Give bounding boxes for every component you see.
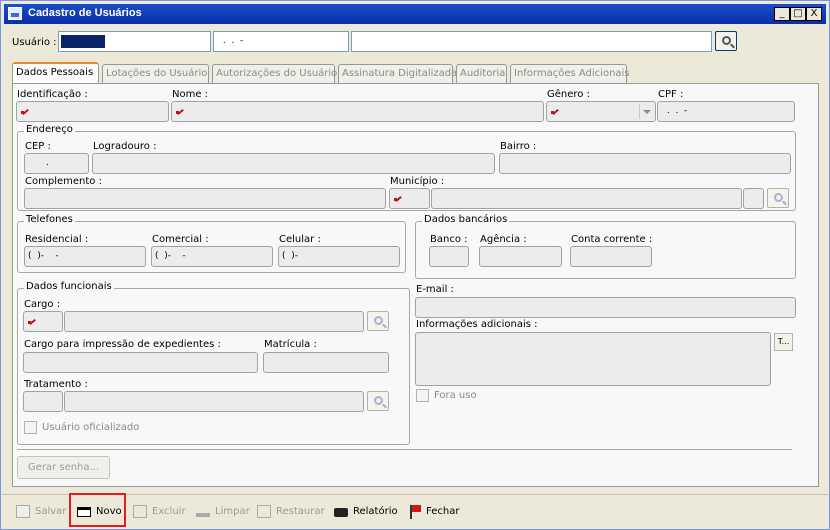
logradouro-label: Logradouro : bbox=[93, 141, 157, 152]
municipio-code-field[interactable] bbox=[389, 188, 430, 209]
usuario-label: Usuário : bbox=[12, 37, 57, 48]
divider bbox=[17, 449, 792, 450]
search-tratamento-button[interactable] bbox=[367, 391, 389, 411]
required-icon bbox=[176, 107, 184, 115]
broom-icon bbox=[196, 505, 210, 517]
printer-icon bbox=[334, 508, 348, 517]
cep-label: CEP : bbox=[25, 141, 51, 152]
search-icon bbox=[374, 396, 383, 405]
text-editor-button[interactable]: T... bbox=[774, 333, 793, 351]
banco-label: Banco : bbox=[430, 234, 468, 245]
matricula-label: Matrícula : bbox=[264, 339, 317, 350]
nome-label: Nome : bbox=[172, 89, 209, 100]
usuario-oficializado-checkbox[interactable] bbox=[24, 421, 37, 434]
required-icon bbox=[28, 317, 36, 325]
highlight-box bbox=[69, 493, 126, 527]
restore-icon bbox=[257, 505, 271, 518]
comercial-field[interactable]: ( )- - bbox=[151, 246, 273, 267]
search-icon bbox=[774, 193, 783, 202]
tab-auditoria[interactable]: Auditoria bbox=[456, 64, 507, 83]
usuario-cpf-field[interactable]: . . - bbox=[213, 31, 349, 52]
dados-bancarios-group-title: Dados bancários bbox=[422, 214, 510, 225]
agencia-label: Agência : bbox=[480, 234, 527, 245]
bairro-label: Bairro : bbox=[500, 141, 537, 152]
window-title: Cadastro de Usuários bbox=[28, 7, 142, 19]
required-icon bbox=[394, 194, 402, 202]
gerar-senha-button[interactable]: Gerar senha... bbox=[17, 456, 110, 479]
informacoes-adicionais-label: Informações adicionais : bbox=[416, 319, 538, 330]
comercial-label: Comercial : bbox=[152, 234, 209, 245]
chevron-down-icon bbox=[639, 104, 653, 119]
cep-field[interactable]: . bbox=[24, 153, 89, 174]
minimize-button[interactable]: _ bbox=[774, 7, 790, 21]
usuario-oficializado-label: Usuário oficializado bbox=[42, 422, 140, 433]
search-municipio-button[interactable] bbox=[767, 188, 789, 208]
title-bar: Cadastro de Usuários _ □ X bbox=[4, 4, 826, 24]
exit-flag-icon bbox=[407, 505, 421, 519]
complemento-label: Complemento : bbox=[25, 176, 102, 187]
conta-corrente-label: Conta corrente : bbox=[571, 234, 653, 245]
nome-field[interactable] bbox=[171, 101, 544, 122]
close-button[interactable]: X bbox=[806, 7, 822, 21]
cpf-label: CPF : bbox=[658, 89, 684, 100]
fora-uso-label: Fora uso bbox=[434, 390, 477, 401]
cargo-code-field[interactable] bbox=[23, 311, 63, 332]
user-registration-window: Cadastro de Usuários _ □ X Usuário : . .… bbox=[0, 0, 830, 530]
delete-icon bbox=[133, 505, 147, 518]
required-icon bbox=[551, 107, 559, 115]
cargo-impressao-field[interactable] bbox=[23, 352, 258, 373]
search-cargo-button[interactable] bbox=[367, 311, 389, 331]
tratamento-code-field[interactable] bbox=[23, 391, 63, 412]
matricula-field[interactable] bbox=[263, 352, 389, 373]
tab-autorizacoes[interactable]: Autorizações do Usuário bbox=[212, 64, 337, 83]
informacoes-adicionais-textarea[interactable] bbox=[415, 332, 771, 386]
municipio-label: Município : bbox=[390, 176, 445, 187]
dados-funcionais-group-title: Dados funcionais bbox=[24, 281, 114, 292]
selected-text-highlight bbox=[61, 35, 105, 48]
identificacao-label: Identificação : bbox=[17, 89, 88, 100]
endereco-group-title: Endereço bbox=[24, 124, 75, 135]
tab-lotacoes[interactable]: Lotações do Usuário bbox=[102, 64, 209, 83]
maximize-button[interactable]: □ bbox=[790, 7, 806, 21]
genero-label: Gênero : bbox=[547, 89, 590, 100]
cargo-label: Cargo : bbox=[24, 299, 61, 310]
search-icon bbox=[722, 36, 731, 45]
cpf-field[interactable]: . . - bbox=[657, 101, 795, 122]
municipio-name-field[interactable] bbox=[431, 188, 742, 209]
tratamento-name-field[interactable] bbox=[64, 391, 364, 412]
agencia-field[interactable] bbox=[479, 246, 562, 267]
residencial-label: Residencial : bbox=[25, 234, 89, 245]
logradouro-field[interactable] bbox=[92, 153, 495, 174]
app-icon bbox=[8, 7, 22, 20]
email-field[interactable] bbox=[415, 297, 796, 318]
conta-corrente-field[interactable] bbox=[570, 246, 652, 267]
tab-informacoes[interactable]: Informações Adicionais bbox=[510, 64, 630, 83]
complemento-field[interactable] bbox=[24, 188, 386, 209]
bairro-field[interactable] bbox=[499, 153, 791, 174]
cargo-name-field[interactable] bbox=[64, 311, 364, 332]
tab-assinatura[interactable]: Assinatura Digitalizada bbox=[338, 64, 457, 83]
telefones-group-title: Telefones bbox=[24, 214, 75, 225]
tratamento-label: Tratamento : bbox=[24, 379, 88, 390]
usuario-code-field[interactable] bbox=[58, 31, 211, 52]
genero-select[interactable] bbox=[546, 101, 656, 122]
tab-dados-pessoais[interactable]: Dados Pessoais bbox=[12, 62, 99, 84]
usuario-name-field[interactable] bbox=[351, 31, 712, 52]
save-icon bbox=[16, 505, 30, 518]
search-icon bbox=[374, 316, 383, 325]
identificacao-field[interactable] bbox=[16, 101, 169, 122]
celular-field[interactable]: ( )- bbox=[278, 246, 400, 267]
required-icon bbox=[21, 107, 29, 115]
residencial-field[interactable]: ( )- - bbox=[24, 246, 146, 267]
fora-uso-checkbox[interactable] bbox=[416, 389, 429, 402]
municipio-uf-field[interactable] bbox=[743, 188, 764, 209]
celular-label: Celular : bbox=[279, 234, 321, 245]
banco-field[interactable] bbox=[429, 246, 469, 267]
search-user-button[interactable] bbox=[715, 31, 737, 51]
cargo-impressao-label: Cargo para impressão de expedientes : bbox=[24, 339, 221, 350]
email-label: E-mail : bbox=[416, 284, 454, 295]
